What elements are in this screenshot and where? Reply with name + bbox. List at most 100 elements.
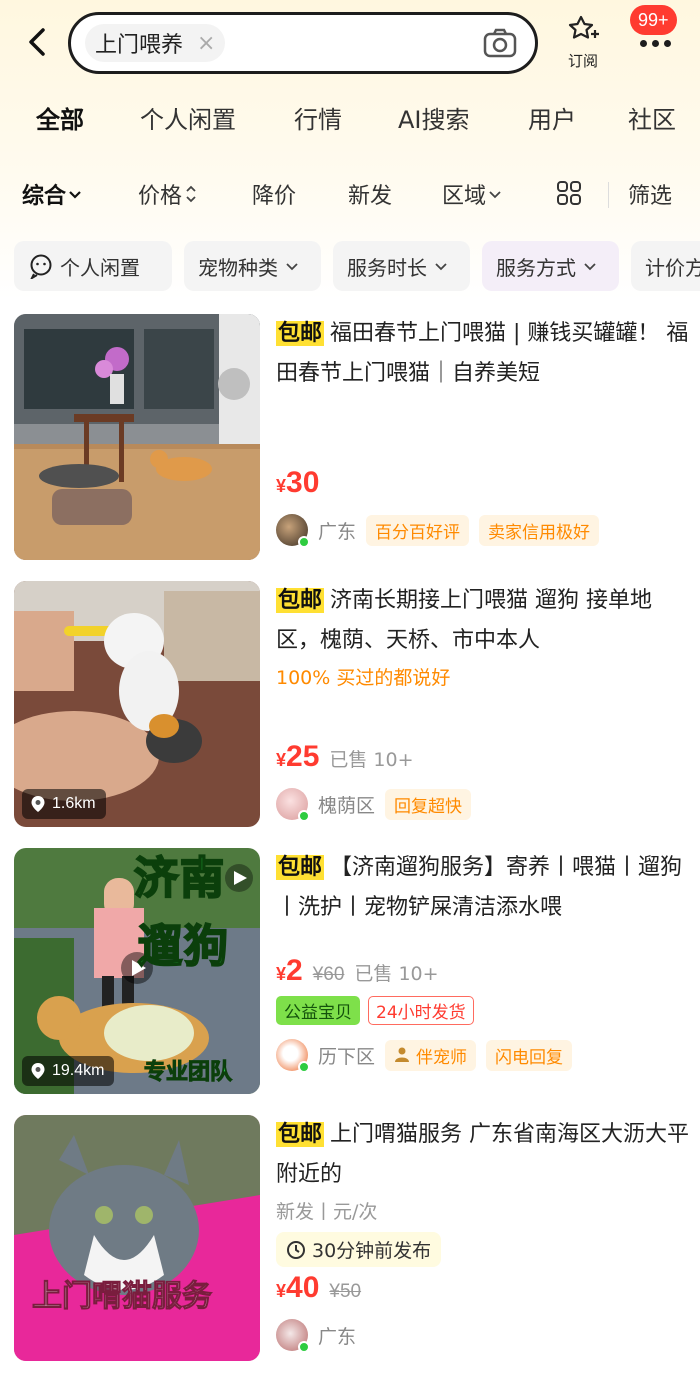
avatar[interactable] bbox=[276, 1319, 310, 1353]
chip-service-duration[interactable]: 服务时长 bbox=[333, 241, 470, 291]
chevron-down-icon bbox=[584, 263, 596, 271]
tab-personal-idle[interactable]: 个人闲置 bbox=[140, 100, 236, 135]
distance-badge: 19.4km bbox=[22, 1056, 115, 1086]
listing-image[interactable]: 上门喟猫服务 bbox=[14, 1115, 260, 1361]
listing-highlight: 100% 买过的都说好 bbox=[276, 667, 451, 689]
seller-row[interactable]: 历下区 伴宠师 闪电回复 bbox=[276, 1039, 692, 1073]
label-row: 公益宝贝 24小时发货 bbox=[276, 996, 692, 1025]
free-shipping-badge: 包邮 bbox=[276, 855, 325, 880]
listing-info: 包邮 【济南遛狗服务】寄养丨喂猫丨遛狗丨洗护丨宠物铲屎清洁添水喂 ¥2 ¥60 已… bbox=[276, 848, 692, 1073]
seller-tag: 闪电回复 bbox=[486, 1039, 573, 1071]
price-row: ¥2 ¥60 已售 10+ bbox=[276, 954, 692, 988]
more-icon[interactable] bbox=[640, 40, 671, 47]
tab-market[interactable]: 行情 bbox=[294, 100, 342, 135]
listing-price: ¥40 bbox=[276, 1271, 320, 1304]
sort-comprehensive[interactable]: 综合 bbox=[22, 178, 84, 210]
seller-tag: 卖家信用极好 bbox=[479, 514, 600, 546]
listing-image[interactable]: 1.6km bbox=[14, 581, 260, 827]
chip-pricing[interactable]: 计价方 bbox=[631, 241, 700, 291]
overlay-caption: 上门喟猫服务 bbox=[32, 1279, 213, 1315]
sold-count: 已售 10+ bbox=[354, 963, 439, 985]
tab-ai-search[interactable]: AI搜索 bbox=[398, 100, 470, 135]
listing-price: ¥25 bbox=[276, 740, 320, 773]
clear-query-icon[interactable]: × bbox=[197, 31, 215, 56]
free-shipping-badge: 包邮 bbox=[276, 1122, 325, 1147]
sort-divider bbox=[608, 182, 609, 208]
avatar[interactable] bbox=[276, 514, 310, 548]
chevron-down-icon bbox=[435, 263, 447, 271]
free-shipping-badge: 包邮 bbox=[276, 588, 325, 613]
price-row: ¥30 bbox=[276, 466, 692, 500]
posted-time-chip: 30分钟前发布 bbox=[276, 1232, 442, 1267]
listing-title[interactable]: 包邮 上门喟猫服务 广东省南海区大沥大平附近的 bbox=[276, 1115, 692, 1195]
filter-chips: 个人闲置 宠物种类 服务时长 服务方式 计价方 bbox=[0, 241, 700, 291]
price-row: ¥25 已售 10+ bbox=[276, 740, 692, 774]
chevron-down-icon bbox=[489, 191, 501, 199]
camera-icon[interactable] bbox=[483, 28, 517, 58]
posted-time-row: 30分钟前发布 bbox=[276, 1232, 692, 1267]
price-row: ¥40 ¥50 bbox=[276, 1271, 692, 1305]
clock-icon bbox=[287, 1240, 305, 1259]
overlay-caption: 专业团队 bbox=[143, 1060, 233, 1086]
subscribe-label: 订阅 bbox=[567, 52, 598, 70]
listing-info: 包邮 济南长期接上门喂猫 遛狗 接单地区，槐荫、天桥、市中本人 100% 买过的都… bbox=[276, 581, 692, 822]
search-query-chip[interactable]: 上门喂养 × bbox=[85, 24, 226, 62]
seller-region: 广东 bbox=[318, 520, 357, 543]
original-price: ¥50 bbox=[329, 1281, 362, 1302]
grid-view-icon[interactable] bbox=[556, 180, 582, 206]
avatar[interactable] bbox=[276, 788, 310, 822]
seller-region: 槐荫区 bbox=[318, 794, 376, 817]
sort-price-drop[interactable]: 降价 bbox=[252, 178, 296, 210]
notification-badge: 99+ bbox=[630, 5, 677, 35]
listing-meta: 新发丨元/次 bbox=[276, 1201, 378, 1223]
original-price: ¥60 bbox=[312, 964, 345, 985]
search-input[interactable]: 上门喂养 × bbox=[68, 12, 538, 74]
listing-info: 包邮 上门喟猫服务 广东省南海区大沥大平附近的 新发丨元/次 30分钟前发布 ¥4… bbox=[276, 1115, 692, 1353]
category-tabs: 全部 个人闲置 行情 AI搜索 用户 社区 bbox=[0, 100, 700, 144]
sort-new[interactable]: 新发 bbox=[348, 178, 392, 210]
listing-title[interactable]: 包邮 【济南遛狗服务】寄养丨喂猫丨遛狗丨洗护丨宠物铲屎清洁添水喂 bbox=[276, 848, 692, 928]
chip-service-method[interactable]: 服务方式 bbox=[482, 241, 619, 291]
chip-pet-type[interactable]: 宠物种类 bbox=[184, 241, 321, 291]
free-shipping-badge: 包邮 bbox=[276, 321, 325, 346]
listing-title[interactable]: 包邮 济南长期接上门喂猫 遛狗 接单地区，槐荫、天桥、市中本人 bbox=[276, 581, 692, 661]
pet-sitter-icon bbox=[395, 1047, 410, 1062]
smile-bubble-icon bbox=[30, 254, 52, 279]
seller-tag: 百分百好评 bbox=[366, 514, 470, 546]
subscribe-button[interactable]: 订阅 bbox=[560, 14, 606, 71]
avatar[interactable] bbox=[276, 1039, 310, 1073]
chip-personal-idle[interactable]: 个人闲置 bbox=[14, 241, 172, 291]
tab-community[interactable]: 社区 bbox=[628, 100, 676, 135]
listing-image[interactable] bbox=[14, 314, 260, 560]
listing-info: 包邮 福田春节上门喂猫 | 赚钱买罐罐！ 福田春节上门喂猫｜自养美短 ¥30 广东… bbox=[276, 314, 692, 548]
sort-updown-icon bbox=[186, 185, 196, 203]
tab-all[interactable]: 全部 bbox=[34, 100, 86, 135]
tab-users[interactable]: 用户 bbox=[528, 100, 576, 135]
charity-badge: 公益宝贝 bbox=[276, 996, 360, 1025]
listing-price: ¥30 bbox=[276, 466, 320, 499]
listing-price: ¥2 bbox=[276, 954, 303, 987]
overlay-caption: 济南 bbox=[133, 853, 226, 905]
shipping-badge: 24小时发货 bbox=[368, 996, 474, 1025]
search-query-text: 上门喂养 bbox=[95, 33, 184, 58]
chevron-down-icon bbox=[286, 263, 298, 271]
location-pin-icon bbox=[31, 1063, 45, 1079]
seller-row[interactable]: 广东 bbox=[276, 1319, 692, 1353]
filter-button[interactable]: 筛选 bbox=[628, 178, 672, 210]
sort-price[interactable]: 价格 bbox=[138, 178, 200, 210]
seller-row[interactable]: 槐荫区 回复超快 bbox=[276, 788, 692, 822]
location-pin-icon bbox=[31, 796, 45, 812]
sold-count: 已售 10+ bbox=[329, 749, 414, 771]
chevron-down-icon bbox=[69, 191, 81, 199]
back-icon[interactable] bbox=[22, 26, 54, 58]
sort-region[interactable]: 区域 bbox=[442, 178, 504, 210]
seller-region: 广东 bbox=[318, 1325, 357, 1348]
seller-region: 历下区 bbox=[318, 1045, 376, 1068]
sort-bar: 综合 价格 降价 新发 区域 筛选 bbox=[0, 172, 700, 216]
seller-tag: 回复超快 bbox=[385, 788, 472, 820]
seller-row[interactable]: 广东 百分百好评 卖家信用极好 bbox=[276, 514, 692, 548]
overlay-caption: 遛狗 bbox=[137, 921, 230, 973]
listing-image[interactable]: 济南 遛狗 专业团队 19.4km bbox=[14, 848, 260, 1094]
distance-badge: 1.6km bbox=[22, 789, 106, 819]
listing-title[interactable]: 包邮 福田春节上门喂猫 | 赚钱买罐罐！ 福田春节上门喂猫｜自养美短 bbox=[276, 314, 692, 394]
